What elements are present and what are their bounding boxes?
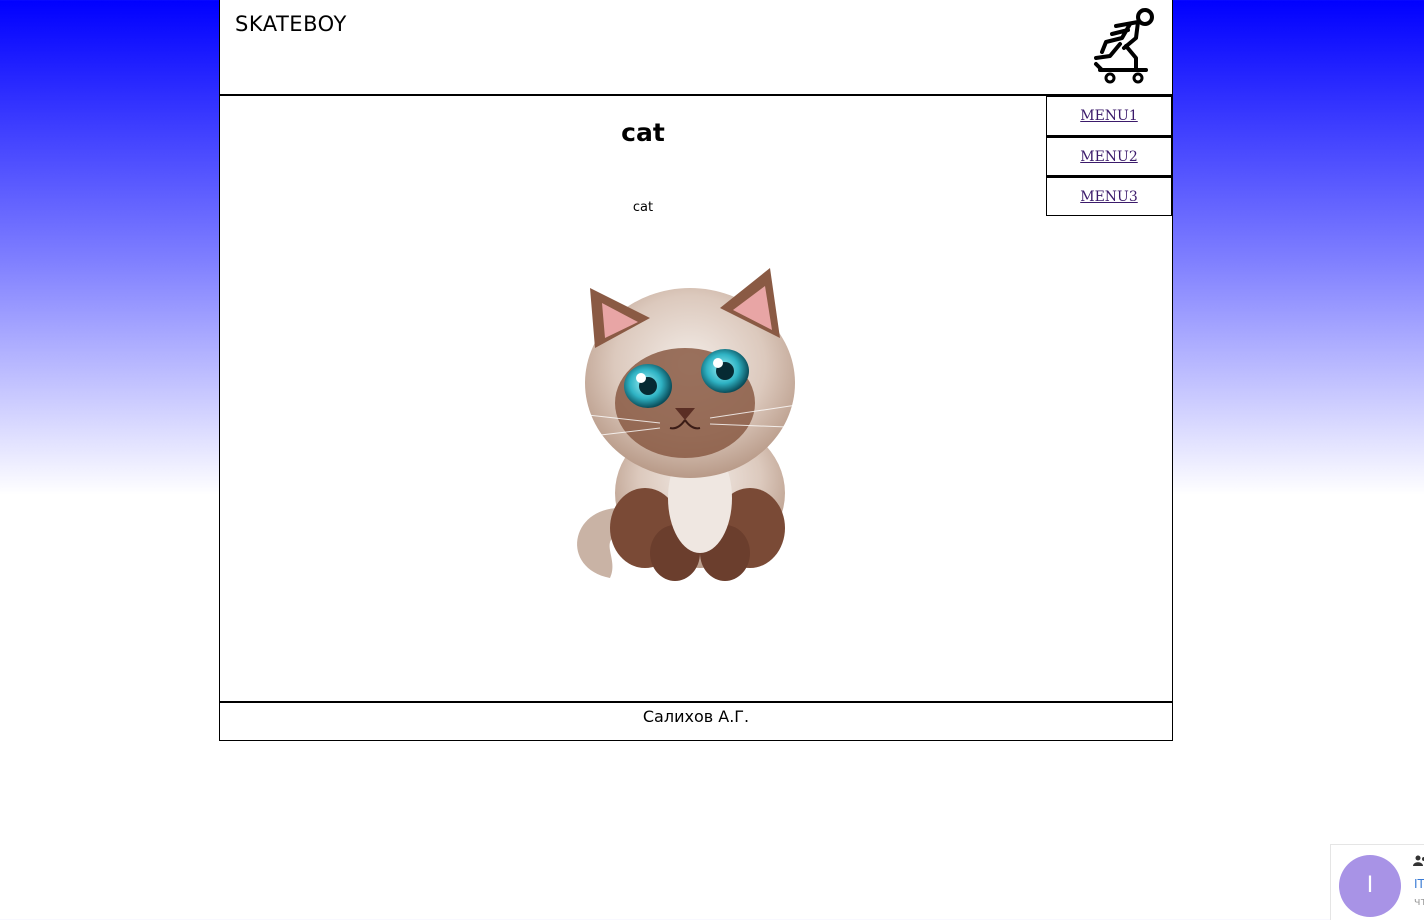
site-title: SKATEBOY	[235, 12, 347, 36]
site-header: SKATEBOY	[220, 0, 1172, 96]
menu-link-3[interactable]: MENU3	[1080, 189, 1138, 205]
kitten-illustration	[569, 268, 813, 581]
menu-link-1[interactable]: MENU1	[1080, 108, 1138, 124]
chat-subtitle: чт	[1414, 895, 1424, 908]
page-container: SKATEBOY MENU1 MENU2 MENU3 cat cat Салих…	[219, 0, 1173, 741]
page-title: cat	[621, 118, 665, 147]
chat-widget[interactable]: I IT чт	[1330, 844, 1424, 920]
menu-link-2[interactable]: MENU2	[1080, 149, 1138, 165]
skateboarder-icon	[1094, 8, 1154, 84]
users-icon	[1413, 855, 1424, 866]
chat-name[interactable]: IT	[1414, 877, 1424, 891]
image-caption: cat	[632, 200, 654, 215]
side-menu: MENU1 MENU2 MENU3	[1046, 96, 1172, 216]
site-footer: Салихов А.Г.	[220, 701, 1172, 742]
chat-avatar[interactable]: I	[1339, 855, 1401, 917]
footer-author: Салихов А.Г.	[642, 707, 750, 726]
